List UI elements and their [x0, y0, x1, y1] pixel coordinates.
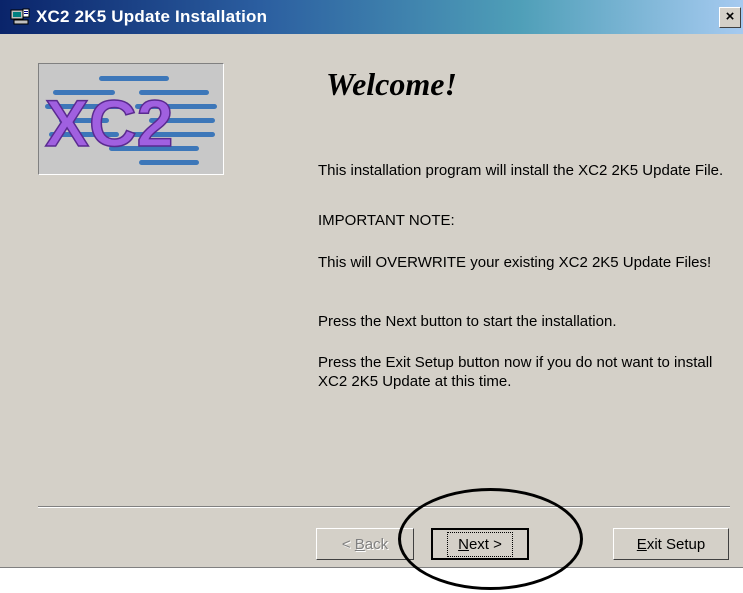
next-button[interactable]: Next > [431, 528, 529, 560]
important-note-label: IMPORTANT NOTE: [318, 212, 455, 229]
back-button[interactable]: < Back [316, 528, 414, 560]
exit-setup-button[interactable]: Exit Setup [613, 528, 729, 560]
next-instruction-text: Press the Next button to start the insta… [318, 313, 617, 330]
close-button[interactable]: × [719, 7, 741, 28]
window-title: XC2 2K5 Update Installation [36, 7, 268, 26]
welcome-heading: Welcome! [326, 66, 457, 102]
close-icon: × [725, 8, 735, 25]
setup-dialog: XC2 2K5 Update Installation × XC2 Welcom… [0, 0, 743, 568]
intro-text: This installation program will install t… [318, 162, 724, 179]
back-button-label: < Back [341, 535, 389, 553]
exit-instruction-text: Press the Exit Setup button now if you d… [318, 354, 713, 390]
exit-setup-button-label: Exit Setup [636, 535, 706, 553]
title-bar[interactable]: XC2 2K5 Update Installation × [0, 0, 743, 34]
button-area-divider [38, 506, 730, 508]
overwrite-warning-text: This will OVERWRITE your existing XC2 2K… [318, 254, 712, 271]
xc2-logo-graphic: XC2 [44, 76, 217, 165]
logo-text: XC2 [45, 86, 173, 160]
next-button-label: Next > [447, 531, 513, 557]
installer-computer-icon [10, 8, 30, 25]
product-logo: XC2 [38, 63, 224, 175]
